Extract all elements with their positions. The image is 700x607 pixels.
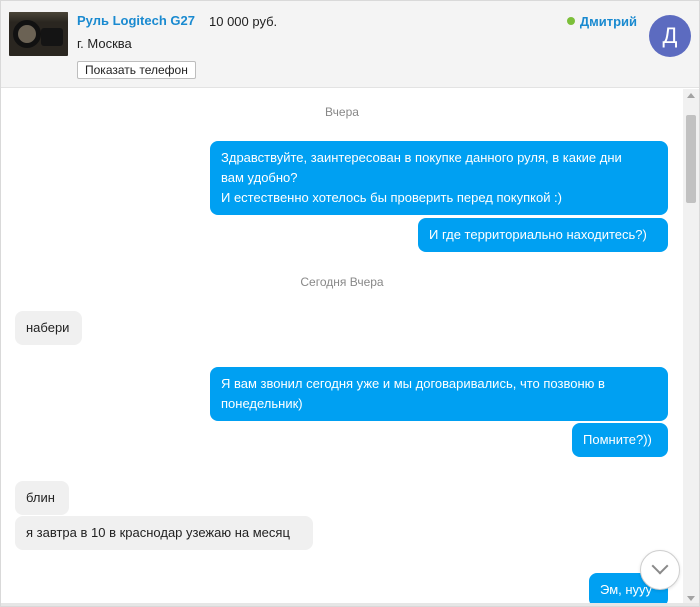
message-line: Я вам звонил сегодня уже и мы договарива…	[221, 376, 605, 391]
message-line: понедельник)	[221, 396, 303, 411]
date-divider: Вчера	[325, 105, 359, 119]
arrow-up-icon[interactable]	[687, 93, 695, 98]
message-incoming: блин	[15, 481, 69, 515]
date-divider: Сегодня Вчера	[300, 275, 384, 289]
message-line: Здравствуйте, заинтересован в покупке да…	[221, 150, 622, 165]
show-phone-button[interactable]: Показать телефон	[77, 61, 196, 79]
online-status-icon	[567, 17, 575, 25]
message-outgoing: Здравствуйте, заинтересован в покупке да…	[210, 141, 668, 215]
listing-title[interactable]: Руль Logitech G27	[77, 13, 195, 28]
message-line: Помните?))	[583, 432, 652, 447]
thumbnail-highlight	[9, 12, 68, 22]
message-line: И естественно хотелось бы проверить пере…	[221, 190, 563, 205]
user-name[interactable]: Дмитрий	[580, 14, 637, 29]
message-line: набери	[26, 320, 70, 335]
wheel-icon	[13, 20, 41, 48]
chevron-down-icon	[651, 557, 669, 575]
scrollbar[interactable]	[683, 89, 699, 605]
message-line: блин	[26, 490, 55, 505]
scrollbar-thumb[interactable]	[686, 115, 696, 203]
message-list[interactable]: Вчера Здравствуйте, заинтересован в поку…	[1, 89, 683, 605]
message-line: я завтра в 10 в краснодар узежаю на меся…	[26, 525, 290, 540]
avatar[interactable]: Д	[649, 15, 691, 57]
listing-city: г. Москва	[77, 36, 132, 51]
pedals-icon	[41, 28, 63, 46]
message-outgoing: Я вам звонил сегодня уже и мы договарива…	[210, 367, 668, 421]
arrow-down-icon[interactable]	[687, 596, 695, 601]
message-outgoing: И где территориально находитесь?)	[418, 218, 668, 252]
horizontal-scrollbar	[1, 603, 699, 606]
message-line: И где территориально находитесь?)	[429, 227, 647, 242]
message-incoming: я завтра в 10 в краснодар узежаю на меся…	[15, 516, 313, 550]
message-outgoing: Помните?))	[572, 423, 668, 457]
listing-price: 10 000 руб.	[209, 14, 278, 29]
listing-header: Руль Logitech G27 10 000 руб. г. Москва …	[1, 1, 699, 88]
product-thumbnail[interactable]	[9, 12, 68, 56]
message-line: вам удобно?	[221, 170, 298, 185]
scroll-to-bottom-button[interactable]	[640, 550, 680, 590]
message-incoming: набери	[15, 311, 82, 345]
